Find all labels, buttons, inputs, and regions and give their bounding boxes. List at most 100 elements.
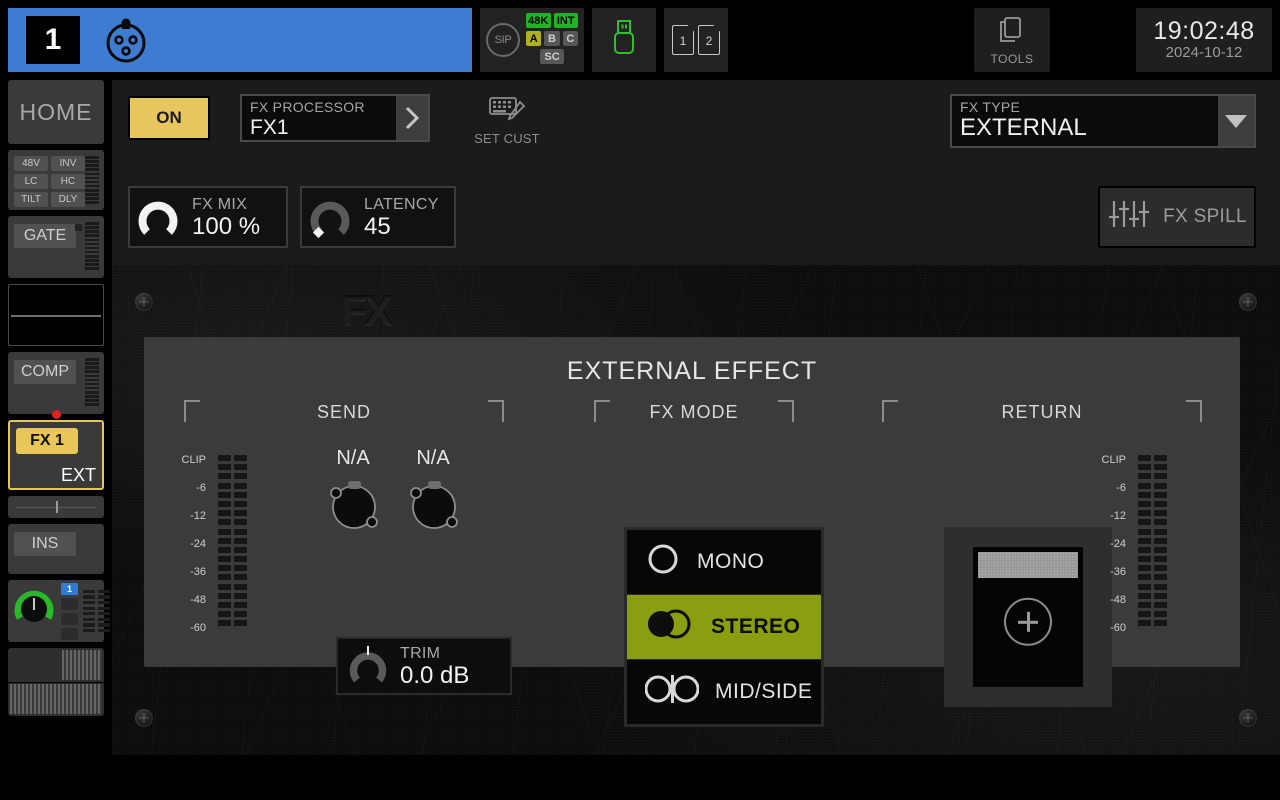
- panel-title: EXTERNAL EFFECT: [566, 357, 818, 385]
- trim-knob-icon[interactable]: [342, 638, 394, 695]
- tools-button[interactable]: TOOLS: [974, 8, 1050, 72]
- fx-mode-option-mono[interactable]: MONO: [627, 530, 821, 594]
- usb-status[interactable]: [592, 8, 656, 72]
- send-section-header: SEND: [184, 397, 504, 427]
- trim-control[interactable]: TRIM 0.0 dB: [336, 637, 512, 695]
- preamp-inv-button[interactable]: INV: [51, 156, 85, 171]
- sidebar-item-pan[interactable]: 1: [8, 580, 110, 642]
- preamp-tilt-button[interactable]: TILT: [14, 192, 48, 207]
- sidebar-item-comp[interactable]: COMP: [8, 352, 104, 414]
- eq-curve: [11, 315, 101, 317]
- fx1-mode-label: EXT: [60, 465, 96, 485]
- fx-watermark: FX: [342, 287, 393, 334]
- preamp-hc-button[interactable]: HC: [51, 174, 85, 189]
- fx-type-dropdown[interactable]: FX TYPE EXTERNAL: [950, 94, 1256, 148]
- sidebar-routing-matrix[interactable]: [8, 648, 104, 716]
- trim-value: 0.0 dB: [400, 661, 470, 689]
- badge-c[interactable]: C: [562, 31, 578, 46]
- sd-card-1-icon[interactable]: 1: [672, 25, 694, 55]
- badge-int: INT: [553, 13, 578, 28]
- send-header-label: SEND: [316, 401, 371, 422]
- chevron-right-icon[interactable]: [396, 96, 428, 140]
- matrix-cell-a: [61, 650, 102, 680]
- plus-circle-icon[interactable]: [1004, 597, 1052, 646]
- badge-b[interactable]: B: [544, 31, 560, 46]
- fx-processor-selector[interactable]: FX PROCESSOR FX1: [240, 94, 430, 142]
- sip-indicator[interactable]: SIP: [486, 23, 520, 57]
- xlr-connector-icon: [100, 14, 152, 66]
- sidebar-item-preamp[interactable]: 48V INV LC HC TILT DLY: [8, 150, 104, 210]
- sidebar-fader[interactable]: [8, 496, 104, 518]
- badge-48k: 48K: [526, 13, 551, 28]
- bus-button-1[interactable]: 1: [61, 582, 78, 595]
- tools-label: TOOLS: [990, 51, 1034, 66]
- fx-processor-value: FX1: [250, 116, 289, 139]
- fader-knob[interactable]: [56, 501, 58, 513]
- fx-mode-stereo-label: STEREO: [711, 615, 801, 638]
- return-meter-scale: CLIP -6 -12 -24 -36 -48 -60: [1101, 454, 1126, 634]
- channel-sidebar: HOME 48V INV LC HC TILT DLY GATE COMP FX…: [0, 80, 112, 800]
- sidebar-item-insert[interactable]: INS: [8, 524, 104, 574]
- fx-detail-panel: FX EXTERNAL EFFECT SEND FX MODE RETURN C…: [112, 265, 1280, 755]
- fx-mix-knob-icon[interactable]: [130, 187, 186, 248]
- screw-bottom-right: [1239, 709, 1257, 727]
- sd-card-2-icon[interactable]: 2: [698, 25, 720, 55]
- home-label: HOME: [19, 98, 93, 125]
- matrix-cell-b: [10, 684, 102, 714]
- fx-mode-mono-label: MONO: [697, 550, 765, 573]
- latency-value: 45: [364, 212, 391, 240]
- return-header-label: RETURN: [1001, 401, 1083, 422]
- mixer-screen: 1 SIP 48K INT A B C SC 1 2 TOOLS 19:02:4…: [0, 0, 1280, 800]
- pages-icon: [997, 15, 1027, 50]
- channel-header[interactable]: 1: [8, 8, 472, 72]
- sidebar-item-home[interactable]: HOME: [8, 80, 104, 144]
- bus-button-2[interactable]: [61, 597, 78, 610]
- screw-top-left: [135, 293, 153, 311]
- output-connector-1-icon[interactable]: [326, 477, 384, 540]
- fx-mix-value: 100 %: [192, 212, 261, 240]
- fx-mix-control[interactable]: FX MIX 100 %: [128, 186, 288, 248]
- sidebar-item-gate[interactable]: GATE: [8, 216, 104, 278]
- gate-mini-meter: [85, 222, 99, 270]
- gate-indicator: [75, 224, 82, 231]
- triangle-down-icon[interactable]: [1218, 96, 1254, 146]
- fx-on-button[interactable]: ON: [128, 96, 210, 140]
- bus-buttons: 1: [61, 582, 78, 640]
- screw-bottom-left: [135, 709, 153, 727]
- fx-mode-mid-side-label: MID/SIDE: [715, 680, 813, 703]
- fx-spill-label: FX SPILL: [1163, 206, 1247, 227]
- fx-mode-header-label: FX MODE: [649, 401, 739, 422]
- return-slot-inner: [973, 547, 1083, 687]
- bus-button-4[interactable]: [61, 627, 78, 640]
- output-connector-2-icon[interactable]: [406, 477, 464, 540]
- stereo-circles-icon: [645, 606, 695, 648]
- fx-mode-option-stereo[interactable]: STEREO: [627, 595, 821, 659]
- send-meter: [218, 455, 247, 627]
- preamp-dly-button[interactable]: DLY: [51, 192, 85, 207]
- send-meter-scale: CLIP -6 -12 -24 -36 -48 -60: [181, 454, 206, 634]
- pan-knob-icon[interactable]: [13, 588, 55, 635]
- mid-side-icon: [644, 671, 700, 713]
- clock[interactable]: 19:02:48 2024-10-12: [1136, 8, 1272, 72]
- set-cust-button[interactable]: SET CUST: [457, 94, 557, 146]
- fx-spill-button[interactable]: FX SPILL: [1098, 186, 1256, 248]
- latency-label: LATENCY: [364, 195, 439, 213]
- mono-circle-icon: [645, 541, 681, 583]
- status-group-sip[interactable]: SIP 48K INT A B C SC: [480, 8, 584, 72]
- fx-mode-option-mid-side[interactable]: MID/SIDE: [627, 660, 821, 724]
- screw-top-right: [1239, 293, 1257, 311]
- latency-control[interactable]: LATENCY 45: [300, 186, 456, 248]
- latency-knob-icon[interactable]: [302, 187, 358, 248]
- return-section-header: RETURN: [882, 397, 1202, 427]
- preamp-48v-button[interactable]: 48V: [14, 156, 48, 171]
- badge-a[interactable]: A: [526, 31, 542, 46]
- sidebar-item-eq[interactable]: [8, 284, 104, 346]
- bus-send-grid: [83, 589, 110, 633]
- sd-card-status[interactable]: 1 2: [664, 8, 728, 72]
- badge-sc[interactable]: SC: [540, 49, 564, 64]
- clock-date: 2024-10-12: [1165, 44, 1243, 61]
- bus-button-3[interactable]: [61, 612, 78, 625]
- preamp-lc-button[interactable]: LC: [14, 174, 48, 189]
- sidebar-item-fx1[interactable]: FX 1 EXT: [8, 410, 104, 490]
- trim-label: TRIM: [400, 644, 441, 662]
